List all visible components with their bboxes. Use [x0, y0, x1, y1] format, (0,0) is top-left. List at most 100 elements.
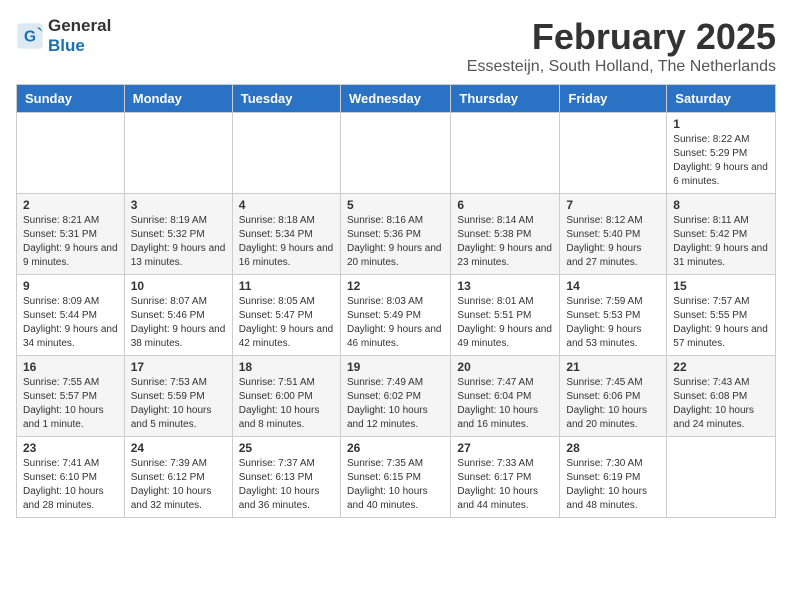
calendar-week-row: 9Sunrise: 8:09 AM Sunset: 5:44 PM Daylig…: [17, 275, 776, 356]
cell-date-number: 12: [347, 279, 444, 293]
cell-date-number: 27: [457, 441, 553, 455]
cell-info-text: Sunrise: 7:47 AM Sunset: 6:04 PM Dayligh…: [457, 376, 553, 432]
calendar-cell: 23Sunrise: 7:41 AM Sunset: 6:10 PM Dayli…: [17, 437, 125, 518]
cell-date-number: 4: [239, 198, 334, 212]
cell-date-number: 28: [566, 441, 660, 455]
weekday-header-saturday: Saturday: [667, 85, 776, 113]
cell-info-text: Sunrise: 8:11 AM Sunset: 5:42 PM Dayligh…: [673, 214, 769, 270]
cell-info-text: Sunrise: 8:01 AM Sunset: 5:51 PM Dayligh…: [457, 295, 553, 351]
cell-date-number: 2: [23, 198, 118, 212]
svg-text:G: G: [24, 29, 36, 46]
calendar-cell: 2 Sunrise: 8:21 AM Sunset: 5:31 PM Daylig…: [17, 194, 125, 275]
cell-info-text: Sunrise: 7:39 AM Sunset: 6:12 PM Dayligh…: [131, 457, 226, 513]
cell-info-text: Sunrise: 8:09 AM Sunset: 5:44 PM Dayligh…: [23, 295, 118, 351]
calendar-week-row: 2 Sunrise: 8:21 AM Sunset: 5:31 PM Daylig…: [17, 194, 776, 275]
calendar-cell: [340, 113, 450, 194]
weekday-header-thursday: Thursday: [451, 85, 560, 113]
cell-date-number: 5: [347, 198, 444, 212]
cell-date-number: 20: [457, 360, 553, 374]
calendar-cell: 14Sunrise: 7:59 AM Sunset: 5:53 PM Dayli…: [560, 275, 667, 356]
calendar-cell: [451, 113, 560, 194]
calendar-subtitle: Essesteijn, South Holland, The Netherlan…: [467, 58, 776, 76]
cell-date-number: 10: [131, 279, 226, 293]
calendar-table: SundayMondayTuesdayWednesdayThursdayFrid…: [16, 84, 776, 518]
calendar-cell: 7 Sunrise: 8:12 AM Sunset: 5:40 PM Daylig…: [560, 194, 667, 275]
calendar-cell: 27 Sunrise: 7:33 AM Sunset: 6:17 PM Dayli…: [451, 437, 560, 518]
cell-info-text: Sunrise: 8:16 AM Sunset: 5:36 PM Dayligh…: [347, 214, 444, 270]
weekday-header-tuesday: Tuesday: [232, 85, 340, 113]
weekday-header-wednesday: Wednesday: [340, 85, 450, 113]
cell-info-text: Sunrise: 7:45 AM Sunset: 6:06 PM Dayligh…: [566, 376, 660, 432]
weekday-header-sunday: Sunday: [17, 85, 125, 113]
cell-info-text: Sunrise: 7:33 AM Sunset: 6:17 PM Dayligh…: [457, 457, 553, 513]
calendar-cell: [560, 113, 667, 194]
calendar-week-row: 16 Sunrise: 7:55 AM Sunset: 5:57 PM Dayli…: [17, 356, 776, 437]
cell-date-number: 16: [23, 360, 118, 374]
calendar-title: February 2025: [467, 16, 776, 58]
cell-info-text: Sunrise: 7:43 AM Sunset: 6:08 PM Dayligh…: [673, 376, 769, 432]
logo-text: General Blue: [48, 16, 111, 56]
cell-info-text: Sunrise: 7:55 AM Sunset: 5:57 PM Dayligh…: [23, 376, 118, 432]
cell-date-number: 15: [673, 279, 769, 293]
cell-date-number: 26: [347, 441, 444, 455]
cell-date-number: 8: [673, 198, 769, 212]
cell-info-text: Sunrise: 7:57 AM Sunset: 5:55 PM Dayligh…: [673, 295, 769, 351]
calendar-cell: [667, 437, 776, 518]
calendar-cell: 20 Sunrise: 7:47 AM Sunset: 6:04 PM Dayli…: [451, 356, 560, 437]
cell-date-number: 1: [673, 117, 769, 131]
cell-date-number: 18: [239, 360, 334, 374]
cell-date-number: 6: [457, 198, 553, 212]
cell-info-text: Sunrise: 8:21 AM Sunset: 5:31 PM Dayligh…: [23, 214, 118, 270]
title-area: February 2025 Essesteijn, South Holland,…: [467, 16, 776, 76]
calendar-cell: 3 Sunrise: 8:19 AM Sunset: 5:32 PM Daylig…: [124, 194, 232, 275]
cell-info-text: Sunrise: 7:49 AM Sunset: 6:02 PM Dayligh…: [347, 376, 444, 432]
calendar-cell: 1 Sunrise: 8:22 AM Sunset: 5:29 PM Daylig…: [667, 113, 776, 194]
calendar-cell: 4Sunrise: 8:18 AM Sunset: 5:34 PM Daylig…: [232, 194, 340, 275]
calendar-cell: [17, 113, 125, 194]
calendar-cell: 18 Sunrise: 7:51 AM Sunset: 6:00 PM Dayli…: [232, 356, 340, 437]
calendar-cell: 26 Sunrise: 7:35 AM Sunset: 6:15 PM Dayli…: [340, 437, 450, 518]
calendar-cell: 17 Sunrise: 7:53 AM Sunset: 5:59 PM Dayli…: [124, 356, 232, 437]
cell-info-text: Sunrise: 8:03 AM Sunset: 5:49 PM Dayligh…: [347, 295, 444, 351]
calendar-cell: 22 Sunrise: 7:43 AM Sunset: 6:08 PM Dayli…: [667, 356, 776, 437]
cell-info-text: Sunrise: 8:05 AM Sunset: 5:47 PM Dayligh…: [239, 295, 334, 351]
cell-date-number: 17: [131, 360, 226, 374]
calendar-week-row: 1 Sunrise: 8:22 AM Sunset: 5:29 PM Daylig…: [17, 113, 776, 194]
cell-date-number: 14: [566, 279, 660, 293]
cell-info-text: Sunrise: 7:53 AM Sunset: 5:59 PM Dayligh…: [131, 376, 226, 432]
page-header: G General Blue February 2025 Essesteijn,…: [16, 16, 776, 76]
cell-info-text: Sunrise: 7:30 AM Sunset: 6:19 PM Dayligh…: [566, 457, 660, 513]
cell-info-text: Sunrise: 8:19 AM Sunset: 5:32 PM Dayligh…: [131, 214, 226, 270]
cell-info-text: Sunrise: 7:41 AM Sunset: 6:10 PM Dayligh…: [23, 457, 118, 513]
cell-date-number: 3: [131, 198, 226, 212]
calendar-cell: 25Sunrise: 7:37 AM Sunset: 6:13 PM Dayli…: [232, 437, 340, 518]
cell-date-number: 19: [347, 360, 444, 374]
calendar-cell: [232, 113, 340, 194]
calendar-cell: 5 Sunrise: 8:16 AM Sunset: 5:36 PM Daylig…: [340, 194, 450, 275]
cell-info-text: Sunrise: 7:51 AM Sunset: 6:00 PM Dayligh…: [239, 376, 334, 432]
calendar-cell: 24 Sunrise: 7:39 AM Sunset: 6:12 PM Dayli…: [124, 437, 232, 518]
cell-info-text: Sunrise: 8:07 AM Sunset: 5:46 PM Dayligh…: [131, 295, 226, 351]
calendar-cell: 12 Sunrise: 8:03 AM Sunset: 5:49 PM Dayli…: [340, 275, 450, 356]
calendar-cell: 8 Sunrise: 8:11 AM Sunset: 5:42 PM Daylig…: [667, 194, 776, 275]
cell-info-text: Sunrise: 8:12 AM Sunset: 5:40 PM Dayligh…: [566, 214, 660, 270]
cell-info-text: Sunrise: 8:14 AM Sunset: 5:38 PM Dayligh…: [457, 214, 553, 270]
cell-date-number: 25: [239, 441, 334, 455]
logo: G General Blue: [16, 16, 111, 56]
calendar-cell: 10 Sunrise: 8:07 AM Sunset: 5:46 PM Dayli…: [124, 275, 232, 356]
logo-icon: G: [16, 22, 44, 50]
cell-info-text: Sunrise: 8:22 AM Sunset: 5:29 PM Dayligh…: [673, 133, 769, 189]
calendar-cell: 6 Sunrise: 8:14 AM Sunset: 5:38 PM Daylig…: [451, 194, 560, 275]
calendar-cell: 28 Sunrise: 7:30 AM Sunset: 6:19 PM Dayli…: [560, 437, 667, 518]
weekday-header-row: SundayMondayTuesdayWednesdayThursdayFrid…: [17, 85, 776, 113]
cell-info-text: Sunrise: 7:35 AM Sunset: 6:15 PM Dayligh…: [347, 457, 444, 513]
cell-date-number: 24: [131, 441, 226, 455]
calendar-cell: 21Sunrise: 7:45 AM Sunset: 6:06 PM Dayli…: [560, 356, 667, 437]
cell-date-number: 22: [673, 360, 769, 374]
cell-date-number: 13: [457, 279, 553, 293]
cell-date-number: 7: [566, 198, 660, 212]
calendar-cell: [124, 113, 232, 194]
calendar-week-row: 23Sunrise: 7:41 AM Sunset: 6:10 PM Dayli…: [17, 437, 776, 518]
calendar-cell: 13 Sunrise: 8:01 AM Sunset: 5:51 PM Dayli…: [451, 275, 560, 356]
calendar-cell: 15 Sunrise: 7:57 AM Sunset: 5:55 PM Dayli…: [667, 275, 776, 356]
